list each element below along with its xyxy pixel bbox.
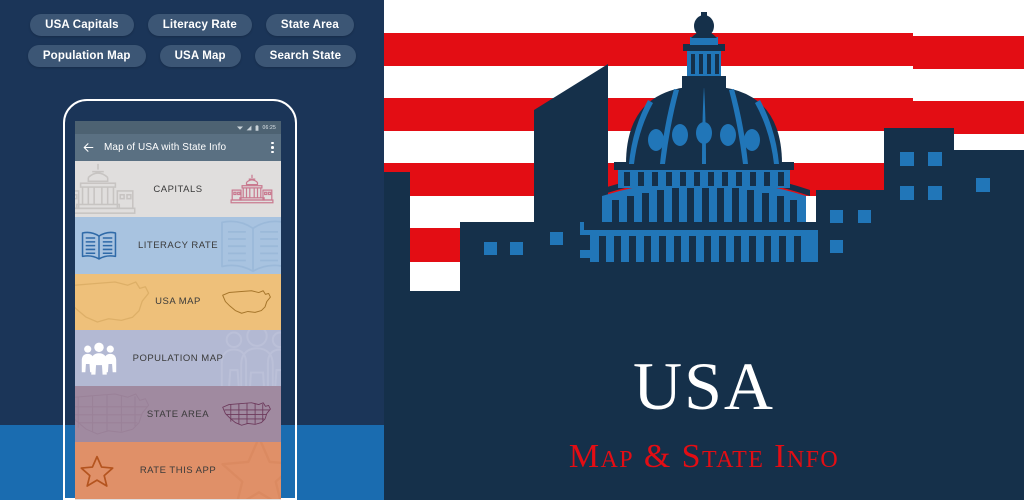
menu-item-state-area[interactable]: STATE AREA (75, 386, 281, 443)
feature-chip-group: USA Capitals Literacy Rate State Area Po… (0, 0, 384, 76)
menu-item-label: STATE AREA (146, 408, 210, 420)
chip-usa-map[interactable]: USA Map (159, 45, 241, 67)
status-bar-time: 06:25 (262, 124, 276, 131)
menu-item-literacy-rate[interactable]: LITERACY RATE (75, 217, 281, 274)
menu-list: CAPITALS LITERACY RATE USA MAP POPULATIO… (75, 161, 281, 499)
capitol-building-icon (230, 174, 274, 204)
menu-item-capitals[interactable]: CAPITALS (75, 161, 281, 218)
chip-population-map[interactable]: Population Map (27, 45, 146, 67)
star-outline-icon (221, 442, 281, 499)
app-bar-title: Map of USA with State Info (104, 142, 227, 153)
chip-usa-capitals[interactable]: USA Capitals (30, 14, 134, 36)
app-bar: Map of USA with State Info (75, 134, 281, 161)
battery-icon (256, 124, 259, 131)
chip-row-2: Population Map USA Map Search State (0, 45, 384, 67)
app-store-feature-graphic: USA Capitals Literacy Rate State Area Po… (0, 0, 1024, 500)
menu-item-label: USA MAP (155, 296, 201, 308)
us-capitol-icon (580, 12, 828, 291)
open-book-icon (81, 232, 117, 261)
people-group-icon (220, 329, 281, 387)
open-book-icon (221, 220, 281, 273)
chip-literacy-rate[interactable]: Literacy Rate (147, 14, 252, 36)
chip-search-state[interactable]: Search State (254, 45, 357, 67)
menu-item-label: RATE THIS APP (139, 465, 217, 477)
phone-mockup: 06:25 Map of USA with State Info CAPITAL… (63, 99, 297, 500)
chip-state-area[interactable]: State Area (265, 14, 354, 36)
menu-item-label: CAPITALS (153, 183, 203, 195)
phone-screen: 06:25 Map of USA with State Info CAPITAL… (75, 121, 281, 500)
usa-map-outline-icon (222, 289, 271, 314)
usa-states-map-icon (75, 393, 150, 435)
status-bar: 06:25 (75, 121, 281, 134)
menu-item-usa-map[interactable]: USA MAP (75, 273, 281, 330)
left-panel: USA Capitals Literacy Rate State Area Po… (0, 0, 384, 500)
menu-item-label: POPULATION MAP (132, 352, 224, 364)
people-group-icon (81, 342, 117, 375)
hero-title: USA (632, 348, 776, 424)
usa-states-map-icon (222, 402, 271, 427)
menu-item-population-map[interactable]: POPULATION MAP (75, 329, 281, 387)
star-outline-icon (80, 455, 114, 487)
menu-item-label: LITERACY RATE (137, 239, 219, 251)
hero-subtitle: Map & State Info (568, 438, 840, 475)
usa-map-outline-icon (75, 281, 150, 323)
menu-item-rate-this-app[interactable]: RATE THIS APP (75, 442, 281, 499)
hero-panel: USA Map & State Info (384, 0, 1024, 500)
signal-icon (247, 125, 252, 130)
capitol-building-icon (75, 164, 136, 215)
back-arrow-icon[interactable] (82, 141, 95, 154)
wifi-icon (237, 126, 244, 130)
overflow-menu-icon[interactable] (271, 141, 274, 154)
chip-row-1: USA Capitals Literacy Rate State Area (0, 14, 384, 36)
